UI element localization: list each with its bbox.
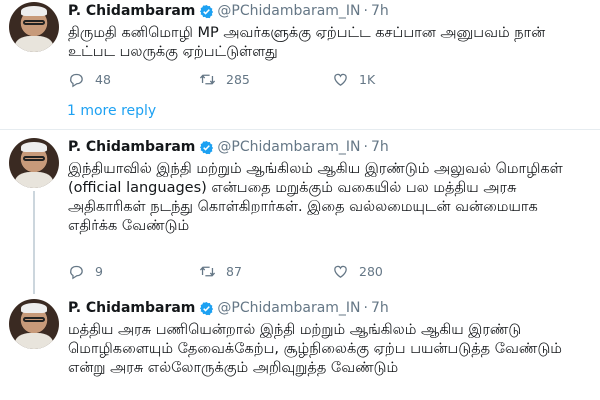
- like-button[interactable]: 280: [332, 261, 383, 281]
- reply-icon: [70, 265, 83, 279]
- tweet-2[interactable]: P. Chidambaram @PChidambaram_IN · 7h இந்…: [0, 130, 600, 294]
- retweet-count: 87: [226, 263, 242, 279]
- author-handle[interactable]: @PChidambaram_IN: [217, 139, 360, 155]
- retweet-button[interactable]: 87: [199, 261, 242, 281]
- tweet-3[interactable]: P. Chidambaram @PChidambaram_IN · 7h மத்…: [0, 294, 600, 400]
- reply-button[interactable]: 48: [68, 69, 111, 89]
- tweet-actions: 48 285 1K: [68, 69, 488, 89]
- tweet-time[interactable]: 7h: [371, 3, 389, 19]
- reply-count: 9: [95, 263, 103, 279]
- retweet-icon: [199, 266, 216, 276]
- thread-line: [33, 191, 35, 294]
- more-replies-link[interactable]: 1 more reply: [67, 103, 156, 119]
- like-count: 1K: [359, 71, 376, 87]
- like-icon: [334, 265, 347, 278]
- avatar-glasses: [23, 317, 45, 322]
- retweet-icon: [199, 74, 216, 84]
- tweet-header: P. Chidambaram @PChidambaram_IN · 7h: [68, 298, 389, 318]
- separator-dot: ·: [363, 3, 368, 19]
- verified-badge-icon: [200, 4, 214, 18]
- reply-button[interactable]: 9: [68, 261, 103, 281]
- separator-dot: ·: [363, 139, 368, 155]
- avatar[interactable]: [9, 2, 59, 52]
- avatar[interactable]: [9, 299, 59, 349]
- tweet-text: திருமதி கனிமொழி MP அவர்களுக்கு ஏற்பட்ட க…: [68, 25, 546, 60]
- tweet-text: மத்திய அரசு பணியென்றால் இந்தி மற்றும் ஆங…: [68, 322, 562, 376]
- author-handle[interactable]: @PChidambaram_IN: [217, 300, 360, 316]
- separator-dot: ·: [363, 300, 368, 316]
- like-icon: [334, 73, 347, 86]
- author-name[interactable]: P. Chidambaram: [68, 139, 195, 155]
- reply-icon: [70, 73, 83, 87]
- tweet-header: P. Chidambaram @PChidambaram_IN · 7h: [68, 137, 389, 157]
- tweet-header: P. Chidambaram @PChidambaram_IN · 7h: [68, 1, 389, 21]
- tweet-time[interactable]: 7h: [371, 139, 389, 155]
- verified-badge-icon: [200, 140, 214, 154]
- author-name[interactable]: P. Chidambaram: [68, 300, 195, 316]
- tweet-1[interactable]: P. Chidambaram @PChidambaram_IN · 7h திர…: [0, 0, 600, 128]
- like-count: 280: [359, 263, 383, 279]
- avatar-glasses: [23, 156, 45, 161]
- verified-badge-icon: [200, 301, 214, 315]
- tweet-time[interactable]: 7h: [371, 300, 389, 316]
- avatar-hair: [21, 303, 47, 313]
- tweet-text: இந்தியாவில் இந்தி மற்றும் ஆங்கிலம் ஆகிய …: [68, 161, 563, 234]
- avatar[interactable]: [9, 138, 59, 188]
- author-name[interactable]: P. Chidambaram: [68, 3, 195, 19]
- avatar-shirt: [15, 333, 53, 349]
- avatar-hair: [21, 6, 47, 16]
- retweet-count: 285: [226, 71, 250, 87]
- like-button[interactable]: 1K: [332, 69, 375, 89]
- author-handle[interactable]: @PChidambaram_IN: [217, 3, 360, 19]
- avatar-glasses: [23, 20, 45, 25]
- avatar-shirt: [15, 172, 53, 188]
- tweet-actions: 9 87 280: [68, 261, 488, 281]
- retweet-button[interactable]: 285: [199, 69, 250, 89]
- reply-count: 48: [95, 71, 111, 87]
- avatar-hair: [21, 142, 47, 152]
- avatar-shirt: [15, 36, 53, 52]
